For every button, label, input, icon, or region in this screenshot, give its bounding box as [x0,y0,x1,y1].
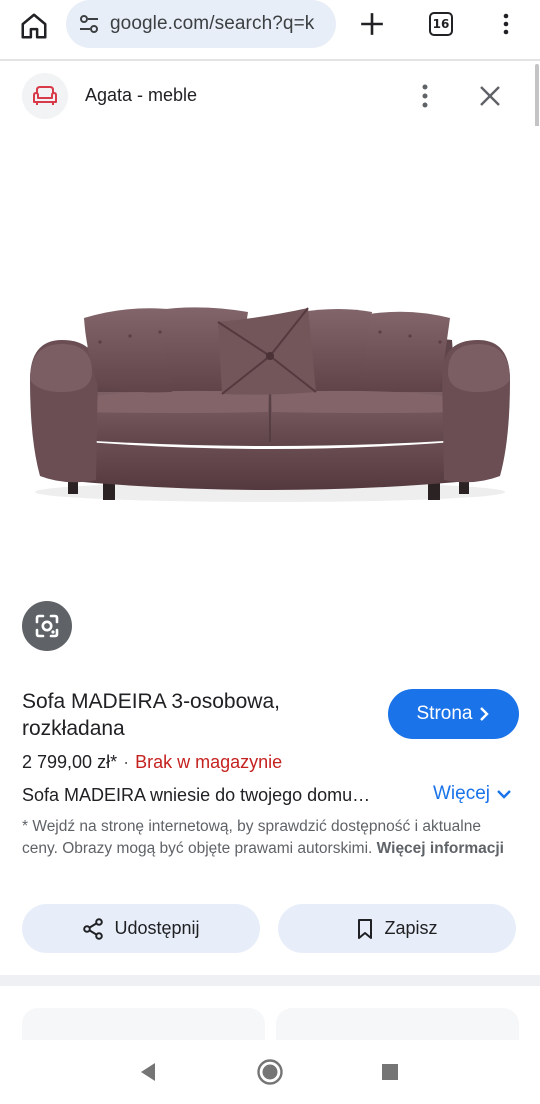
nav-recent-button[interactable] [374,1058,406,1086]
sofa-image [30,307,510,502]
chevron-down-icon [497,790,511,799]
google-lens-button[interactable] [22,601,72,651]
save-button[interactable]: Zapisz [278,904,516,953]
product-image[interactable] [0,126,540,596]
tab-switcher-button[interactable]: 16 [421,4,461,44]
share-button[interactable]: Udostępnij [22,904,260,953]
close-icon [480,86,500,106]
separator: · [123,752,130,772]
share-icon [83,917,104,940]
product-title[interactable]: Sofa MADEIRA 3-osobowa, rozkładana [22,688,362,742]
tab-count: 16 [432,17,450,31]
home-icon [21,13,47,39]
nav-back-button[interactable] [132,1058,164,1086]
tune-icon[interactable] [76,11,102,37]
browser-menu-button[interactable] [486,4,526,44]
source-logo[interactable] [22,73,68,119]
nav-recent-icon [382,1064,398,1080]
address-bar[interactable]: google.com/search?q=k [66,0,336,48]
nav-home-button[interactable] [254,1056,286,1088]
visit-site-button[interactable]: Strona [388,689,519,739]
toolbar-divider [0,59,540,61]
browser-toolbar: google.com/search?q=k 16 [0,0,540,56]
save-label: Zapisz [384,918,438,938]
disclaimer-note: * Wejdź na stronę internetową, by sprawd… [22,816,518,860]
product-price: 2 799,00 zł* [22,752,118,772]
lens-icon [35,614,59,638]
nav-home-icon [257,1059,283,1085]
nav-back-icon [141,1063,155,1081]
home-button[interactable] [14,6,54,46]
price-row: 2 799,00 zł* · Brak w magazynie [22,752,282,773]
new-tab-button[interactable] [352,4,392,44]
close-button[interactable] [472,78,508,114]
section-divider [0,975,540,986]
tabs-icon: 16 [429,12,453,36]
more-vert-icon [503,13,509,35]
sofa-logo-icon [33,86,57,105]
more-vert-icon [422,84,428,108]
visit-site-label: Strona [416,703,473,724]
address-url: google.com/search?q=k [110,13,315,34]
product-description: Sofa MADEIRA wniesie do twojego domu… [22,785,371,805]
more-info-link[interactable]: Więcej informacji [377,840,504,857]
more-label: Więcej [433,783,491,804]
share-label: Udostępnij [114,918,200,938]
more-button[interactable]: Więcej [433,783,512,805]
source-name[interactable]: Agata - meble [85,85,197,106]
source-header: Agata - meble [0,70,540,122]
panel-menu-button[interactable] [408,78,442,114]
plus-icon [361,13,383,35]
stock-status: Brak w magazynie [135,752,283,772]
bookmark-icon [358,918,373,939]
chevron-right-icon [480,707,490,721]
system-navigation-bar [0,1040,540,1104]
